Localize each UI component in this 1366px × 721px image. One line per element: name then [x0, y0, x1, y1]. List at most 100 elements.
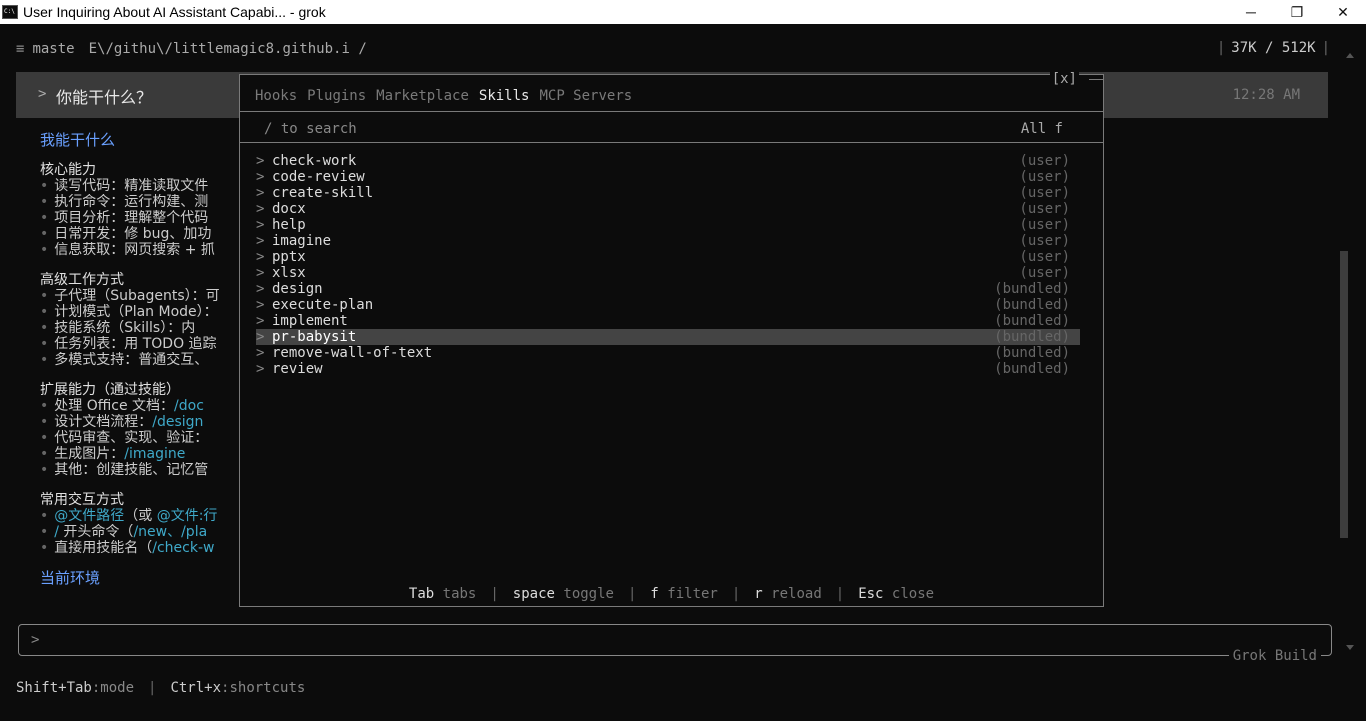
skill-name: execute-plan [272, 297, 374, 313]
scroll-down-icon[interactable] [1346, 645, 1354, 650]
list-item: • 技能系统（Skills）：内 [40, 320, 240, 336]
tab-hooks[interactable]: Hooks [255, 88, 297, 104]
item-text: 技能系统（Skills）：内 [54, 320, 196, 336]
prompt-input[interactable]: > Grok Build [18, 624, 1332, 664]
restore-button[interactable]: ❐ [1274, 0, 1320, 24]
user-message-text: 你能干什么？ [56, 88, 153, 107]
bullet-icon: • [40, 226, 49, 242]
list-item: • 处理 Office 文档：/doc [40, 398, 240, 414]
section-title: 核心能力 [40, 162, 96, 178]
item-text: 多模式支持：普通交互、 [54, 352, 209, 368]
scroll-up-icon[interactable] [1346, 53, 1354, 58]
item-text: 任务列表：用 TODO 追踪 [54, 336, 217, 352]
list-item: • 直接用技能名（/check-w [40, 540, 240, 556]
hint-desc: close [891, 586, 935, 602]
command-text: @文件:行 [156, 508, 218, 524]
skill-name: pptx [272, 249, 306, 265]
scrollbar[interactable] [1340, 76, 1348, 636]
hint-desc: filter [667, 586, 718, 602]
command-text: /check-w [152, 540, 215, 556]
chevron-right-icon: > [256, 169, 265, 185]
skill-source: (user) [1019, 169, 1070, 185]
skill-row[interactable]: > check-work (user) [256, 153, 1080, 169]
dialog-close-button[interactable]: [x] [1049, 71, 1079, 87]
chevron-right-icon: > [256, 265, 265, 281]
list-item: • 子代理（Subagents）：可 [40, 288, 240, 304]
terminal-area: ≡ maste E\/githu\/littlemagic8.github.i … [0, 24, 1366, 721]
list-item: • / 开头命令（/new、/pla [40, 524, 240, 540]
dialog-tabs: Hooks Plugins Marketplace Skills MCP Servers [255, 88, 632, 104]
bullet-icon: • [40, 336, 49, 352]
skill-row[interactable]: > design (bundled) [256, 281, 1080, 297]
tab-mcp-servers[interactable]: MCP Servers [539, 88, 632, 104]
skills-list: > check-work (user) > code-review (user) > crea… [256, 153, 1080, 377]
skill-name: docx [272, 201, 306, 217]
hint-key: Tab [408, 586, 435, 602]
hint-key: r [754, 586, 763, 602]
bullet-icon: • [40, 524, 49, 540]
footer-hint: r reload [754, 586, 821, 602]
bullet-icon: • [40, 178, 49, 194]
scrollbar-thumb[interactable] [1340, 251, 1348, 538]
chevron-right-icon: > [256, 297, 265, 313]
hint-key: space [512, 586, 555, 602]
bullet-icon: • [40, 540, 49, 556]
chevron-right-icon: > [256, 185, 265, 201]
skill-row[interactable]: > execute-plan (bundled) [256, 297, 1080, 313]
skill-name: design [272, 281, 323, 297]
skill-name: help [272, 217, 306, 233]
section-title: 扩展能力（通过技能） [40, 382, 180, 398]
mode-hint: Shift+Tab:mode [16, 680, 134, 696]
menu-icon[interactable]: ≡ [16, 41, 24, 57]
skill-source: (user) [1019, 217, 1070, 233]
skill-source: (user) [1019, 265, 1070, 281]
tab-skills[interactable]: Skills [479, 88, 530, 104]
skill-row[interactable]: > pptx (user) [256, 249, 1080, 265]
item-text: 执行命令：运行构建、测 [54, 194, 209, 210]
hint-key: f [650, 586, 659, 602]
skill-row[interactable]: > xlsx (user) [256, 265, 1080, 281]
item-text: 代码审查、实现、验证： [54, 430, 209, 446]
search-input[interactable]: / to search [264, 121, 357, 137]
skill-source: (user) [1019, 249, 1070, 265]
skill-source: (bundled) [994, 345, 1070, 361]
list-item: • 项目分析：理解整个代码 [40, 210, 240, 226]
list-item: • 多模式支持：普通交互、 [40, 352, 240, 368]
skill-row[interactable]: > help (user) [256, 217, 1080, 233]
skill-row[interactable]: > remove-wall-of-text (bundled) [256, 345, 1080, 361]
chevron-right-icon: > [256, 281, 265, 297]
minimize-button[interactable]: ─ [1228, 0, 1274, 24]
bullet-icon: • [40, 304, 49, 320]
skill-row[interactable]: > create-skill (user) [256, 185, 1080, 201]
skill-row[interactable]: > pr-babysit (bundled) [256, 329, 1080, 345]
mode-key: Shift+Tab [16, 680, 92, 696]
skill-row[interactable]: > implement (bundled) [256, 313, 1080, 329]
prompt-chevron-icon: > [31, 632, 40, 648]
bullet-icon: • [40, 414, 49, 430]
item-text: 开头命令（ [58, 524, 134, 540]
skill-row[interactable]: > code-review (user) [256, 169, 1080, 185]
window-title: User Inquiring About AI Assistant Capabi… [23, 4, 326, 20]
skill-name: remove-wall-of-text [272, 345, 433, 361]
close-window-button[interactable]: ✕ [1320, 0, 1366, 24]
list-item: • 设计文档流程：/design [40, 414, 240, 430]
skill-row[interactable]: > docx (user) [256, 201, 1080, 217]
bullet-icon: • [40, 508, 49, 524]
bullet-icon: • [40, 462, 49, 478]
list-item: • 执行命令：运行构建、测 [40, 194, 240, 210]
item-text: 处理 Office 文档： [54, 398, 175, 414]
filter-indicator[interactable]: All f [1021, 121, 1063, 137]
window-titlebar: User Inquiring About AI Assistant Capabi… [0, 0, 1366, 24]
status-line: ≡ maste E\/githu\/littlemagic8.github.i … [16, 40, 1336, 58]
tab-plugins[interactable]: Plugins [307, 88, 366, 104]
skill-row[interactable]: > review (bundled) [256, 361, 1080, 377]
footer-hint: Tab tabs [409, 586, 476, 602]
skill-row[interactable]: > imagine (user) [256, 233, 1080, 249]
git-branch: maste [32, 41, 75, 57]
tab-marketplace[interactable]: Marketplace [376, 88, 469, 104]
hint-desc: toggle [563, 586, 614, 602]
footer-hint: space toggle [513, 586, 614, 602]
skill-name: imagine [272, 233, 332, 249]
skill-source: (user) [1019, 185, 1070, 201]
footer-hint: f filter [650, 586, 717, 602]
